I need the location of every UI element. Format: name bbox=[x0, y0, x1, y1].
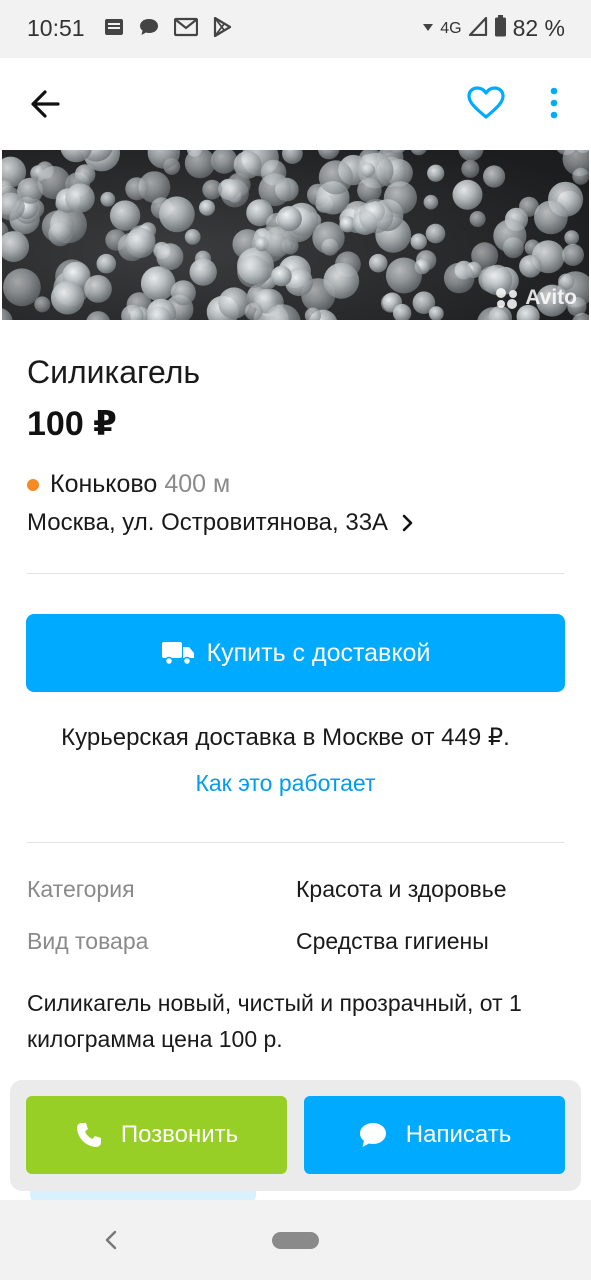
address-text: Москва, ул. Островитянова, 33А bbox=[27, 509, 389, 536]
heart-outline-icon bbox=[467, 86, 505, 119]
divider bbox=[27, 842, 564, 843]
param-value: Средства гигиены bbox=[296, 928, 489, 954]
arrow-left-icon bbox=[31, 90, 60, 118]
more-options-button[interactable] bbox=[542, 84, 566, 124]
param-label: Вид товара bbox=[27, 928, 149, 954]
notification-icons bbox=[104, 17, 232, 37]
chat-bubble-icon bbox=[359, 1123, 386, 1147]
status-time: 10:51 bbox=[27, 15, 85, 41]
app-bar bbox=[0, 58, 591, 150]
chat-icon bbox=[138, 17, 160, 37]
chevron-right-icon bbox=[402, 514, 413, 532]
avito-logo-icon bbox=[496, 288, 518, 309]
status-bar: 10:51 4G 82 % bbox=[0, 0, 591, 58]
message-button-label: Написать bbox=[405, 1121, 512, 1148]
how-it-works-link[interactable]: Как это работает bbox=[0, 770, 571, 797]
call-button-label: Позвонить bbox=[120, 1121, 239, 1148]
truck-icon bbox=[161, 642, 194, 666]
contact-action-panel: Позвонить Написать bbox=[10, 1080, 581, 1191]
listing-price: 100 ₽ bbox=[27, 405, 117, 443]
param-value: Красота и здоровье bbox=[296, 876, 507, 902]
back-button[interactable] bbox=[28, 86, 64, 122]
listing-photo[interactable]: Avito bbox=[2, 150, 589, 320]
mail-icon bbox=[174, 17, 198, 37]
battery-icon bbox=[494, 15, 507, 42]
favorite-button[interactable] bbox=[466, 85, 506, 121]
network-type: 4G bbox=[440, 19, 462, 37]
call-button[interactable]: Позвонить bbox=[26, 1096, 287, 1174]
metro-distance: 400 м bbox=[164, 470, 231, 498]
more-vertical-icon bbox=[550, 87, 558, 119]
news-icon bbox=[104, 17, 124, 37]
phone-icon bbox=[76, 1123, 101, 1147]
chevron-left-icon bbox=[105, 1230, 117, 1250]
play-store-icon bbox=[212, 17, 232, 37]
metro-info: Коньково 400 м bbox=[27, 470, 230, 499]
signal-icon bbox=[468, 16, 488, 41]
watermark-text: Avito bbox=[525, 286, 577, 309]
metro-station: Коньково bbox=[50, 470, 158, 498]
nav-home-pill[interactable] bbox=[272, 1232, 319, 1249]
battery-percent: 82 % bbox=[512, 15, 565, 41]
metro-line-icon bbox=[27, 478, 39, 491]
divider bbox=[27, 573, 564, 574]
listing-title: Силикагель bbox=[27, 354, 201, 390]
nav-back-button[interactable] bbox=[104, 1230, 118, 1255]
system-nav-bar bbox=[0, 1200, 591, 1280]
delivery-note: Курьерская доставка в Москве от 449 ₽. bbox=[61, 724, 510, 751]
buy-with-delivery-button[interactable]: Купить с доставкой bbox=[26, 614, 565, 692]
buy-button-label: Купить с доставкой bbox=[206, 638, 431, 667]
wifi-icon bbox=[422, 20, 434, 38]
message-button[interactable]: Написать bbox=[304, 1096, 565, 1174]
address-link[interactable]: Москва, ул. Островитянова, 33А bbox=[27, 509, 414, 537]
listing-description: Силикагель новый, чистый и прозрачный, о… bbox=[27, 990, 522, 1052]
avito-watermark: Avito bbox=[494, 286, 577, 310]
system-icons: 4G 82 % bbox=[422, 15, 565, 42]
param-label: Категория bbox=[27, 876, 135, 902]
